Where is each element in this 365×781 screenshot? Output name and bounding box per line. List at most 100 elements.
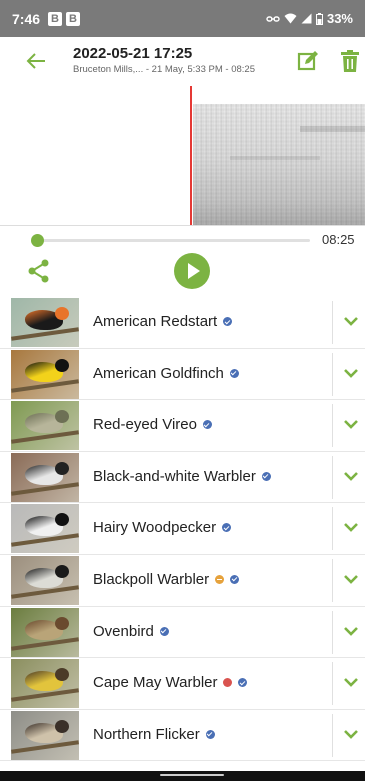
uncertain-icon — [215, 574, 225, 584]
battery-percent: 33% — [326, 11, 353, 26]
species-label: Hairy Woodpecker — [93, 519, 217, 537]
chevron-down-icon[interactable] — [343, 366, 359, 380]
species-row[interactable]: Northern Flicker — [0, 710, 365, 762]
spectrogram-band — [230, 156, 320, 160]
species-row[interactable]: Black-and-white Warbler — [0, 452, 365, 504]
row-divider — [332, 455, 333, 499]
verified-icon — [223, 317, 233, 326]
species-name: Blackpoll Warbler — [93, 570, 240, 588]
species-label: Red-eyed Vireo — [93, 416, 197, 434]
species-label: Northern Flicker — [93, 725, 200, 743]
arrow-left-icon — [26, 53, 45, 69]
species-label: Blackpoll Warbler — [93, 570, 210, 588]
row-divider — [332, 558, 333, 602]
verified-icon — [238, 678, 248, 688]
edit-icon — [297, 51, 318, 71]
battery-icon — [315, 12, 323, 25]
species-photo — [11, 298, 79, 347]
duration-label: 08:25 — [322, 232, 355, 247]
chevron-down-icon[interactable] — [343, 520, 359, 534]
species-name: Red-eyed Vireo — [93, 416, 212, 433]
share-button[interactable] — [28, 259, 50, 283]
rare-species-icon — [223, 678, 233, 688]
play-button[interactable] — [174, 253, 210, 289]
verified-icon — [222, 523, 232, 533]
species-name: Black-and-white Warbler — [93, 468, 271, 485]
verified-icon — [230, 574, 240, 584]
verified-icon — [205, 729, 215, 739]
species-photo — [11, 452, 79, 502]
species-row[interactable]: Cape May Warbler — [0, 658, 365, 710]
trash-icon — [341, 50, 359, 72]
status-time: 7:46 — [12, 10, 41, 27]
species-photo — [11, 555, 79, 605]
playhead[interactable] — [190, 86, 192, 225]
species-photo — [11, 504, 79, 554]
notification-badge: B — [48, 11, 63, 26]
verified-icon — [261, 471, 271, 481]
species-name: Cape May Warbler — [93, 674, 248, 692]
species-photo — [11, 710, 79, 760]
verified-icon — [202, 420, 212, 430]
species-name: American Redstart — [93, 313, 233, 330]
row-divider — [332, 404, 333, 448]
seek-slider[interactable] — [31, 234, 310, 247]
row-divider — [332, 507, 333, 551]
notification-badge: B — [66, 11, 81, 26]
seek-thumb[interactable] — [31, 234, 44, 247]
species-row[interactable]: Hairy Woodpecker — [0, 503, 365, 555]
species-list: American Redstart American Goldfinch Red-e… — [0, 297, 365, 762]
wifi-icon — [284, 13, 297, 24]
verified-icon — [159, 626, 169, 636]
species-row[interactable]: Red-eyed Vireo — [0, 400, 365, 452]
species-row[interactable]: American Goldfinch — [0, 349, 365, 401]
chevron-down-icon[interactable] — [343, 572, 359, 586]
row-divider — [332, 610, 333, 654]
species-row[interactable]: Blackpoll Warbler — [0, 555, 365, 607]
species-name: Northern Flicker — [93, 726, 215, 743]
edit-button[interactable] — [297, 50, 319, 72]
spectrogram-signal — [193, 104, 365, 225]
species-label: Ovenbird — [93, 622, 154, 640]
chevron-down-icon[interactable] — [343, 469, 359, 483]
seek-track — [32, 239, 310, 242]
row-divider — [332, 301, 333, 344]
species-photo — [11, 607, 79, 657]
row-divider — [332, 662, 333, 706]
signal-icon — [301, 13, 312, 24]
species-photo — [11, 659, 79, 709]
species-label: American Goldfinch — [93, 364, 224, 382]
recording-title: 2022-05-21 17:25 — [73, 45, 193, 62]
share-icon — [28, 259, 49, 283]
row-divider — [332, 713, 333, 757]
species-photo — [11, 349, 79, 399]
status-indicators: 33% — [266, 11, 353, 26]
verified-icon — [229, 368, 239, 378]
chevron-down-icon[interactable] — [343, 314, 359, 328]
species-name: American Goldfinch — [93, 365, 239, 382]
species-name: Ovenbird — [93, 623, 169, 640]
chevron-down-icon[interactable] — [343, 417, 359, 431]
species-name: Hairy Woodpecker — [93, 519, 232, 537]
spectrogram-band — [300, 126, 365, 132]
species-photo — [11, 401, 79, 451]
back-button[interactable] — [24, 51, 48, 71]
species-label: Cape May Warbler — [93, 674, 218, 692]
species-row[interactable]: American Redstart — [0, 297, 365, 349]
species-label: American Redstart — [93, 313, 218, 330]
spectrogram[interactable] — [0, 86, 365, 226]
system-nav-bar — [0, 771, 365, 781]
home-gesture-handle[interactable] — [160, 774, 224, 776]
species-label: Black-and-white Warbler — [93, 467, 256, 485]
chevron-down-icon[interactable] — [343, 727, 359, 741]
recording-info: 2022-05-21 17:25 Bruceton Mills,... - 21… — [73, 45, 255, 75]
recording-header: 2022-05-21 17:25 Bruceton Mills,... - 21… — [0, 37, 365, 85]
delete-button[interactable] — [341, 50, 359, 72]
recording-subtitle: Bruceton Mills,... - 21 May, 5:33 PM - 0… — [73, 64, 255, 75]
status-bar: 7:46 B B 33% — [0, 0, 365, 37]
chevron-down-icon[interactable] — [343, 675, 359, 689]
link-icon — [266, 15, 280, 22]
chevron-down-icon[interactable] — [343, 624, 359, 638]
species-row[interactable]: Ovenbird — [0, 607, 365, 659]
row-divider — [332, 352, 333, 396]
